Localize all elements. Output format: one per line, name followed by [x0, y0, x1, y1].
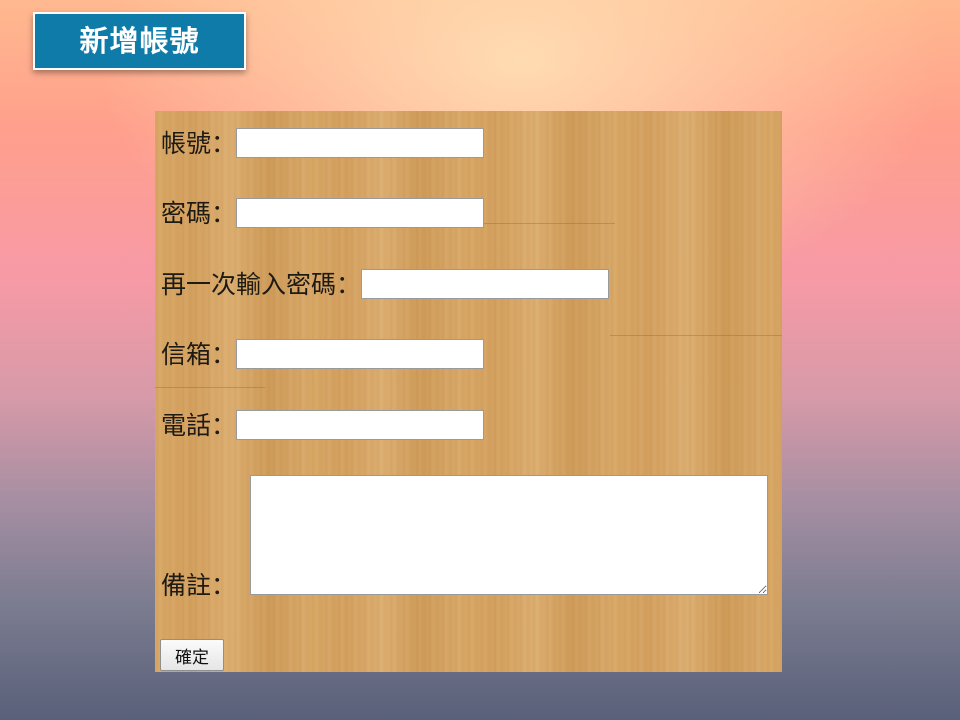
account-form-panel: 帳號： 密碼： 再一次輸入密碼： 信箱： 電話： 備註： 確定 — [155, 111, 782, 672]
password-label: 密碼： — [161, 198, 237, 228]
confirm-password-row: 再一次輸入密碼： — [161, 269, 610, 299]
account-label: 帳號： — [161, 128, 237, 158]
password-row: 密碼： — [161, 198, 485, 228]
email-label: 信箱： — [161, 339, 237, 369]
password-input[interactable] — [236, 198, 485, 228]
account-input[interactable] — [236, 128, 485, 158]
wood-grain-line — [610, 335, 782, 336]
phone-input[interactable] — [236, 410, 485, 440]
phone-row: 電話： — [161, 410, 485, 440]
confirm-button[interactable]: 確定 — [160, 639, 224, 671]
note-label: 備註： — [161, 571, 237, 600]
confirm-password-label: 再一次輸入密碼： — [161, 269, 362, 299]
confirm-password-input[interactable] — [361, 269, 610, 299]
note-textarea[interactable] — [250, 475, 768, 595]
title-banner: 新增帳號 — [33, 12, 246, 70]
phone-label: 電話： — [161, 410, 237, 440]
email-row: 信箱： — [161, 339, 485, 369]
page-title: 新增帳號 — [79, 23, 200, 58]
email-input[interactable] — [236, 339, 485, 369]
account-row: 帳號： — [161, 128, 485, 158]
wood-grain-line — [155, 387, 265, 388]
